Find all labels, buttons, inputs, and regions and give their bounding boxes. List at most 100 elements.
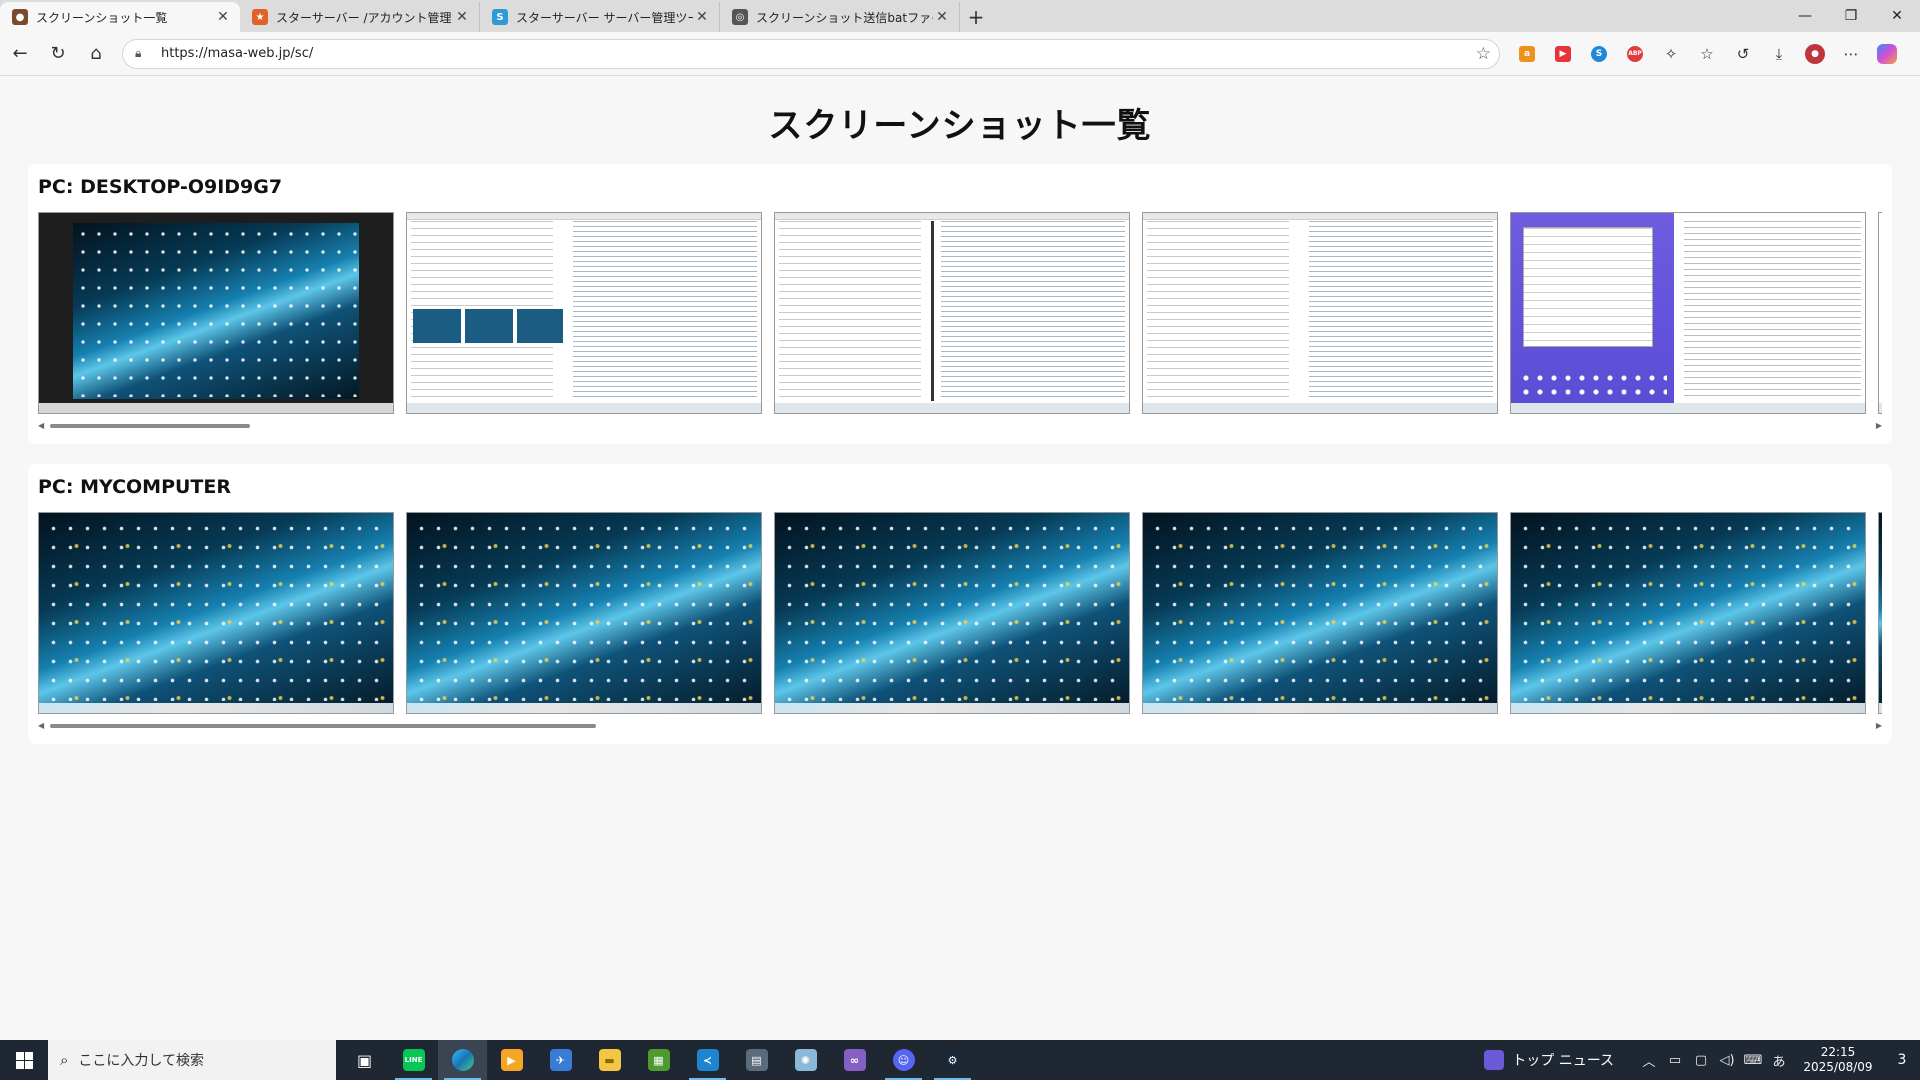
extension-amazon-icon[interactable]: a [1514, 41, 1540, 67]
refresh-icon[interactable]: ↻ [40, 36, 76, 72]
tab-screenshot-list[interactable]: ● スクリーンショット一覧 ✕ [0, 2, 240, 32]
close-tab-icon[interactable]: ✕ [933, 8, 951, 26]
tab-title: スターサーバー サーバー管理ツール [516, 10, 693, 25]
screenshot-thumbnail[interactable] [1142, 512, 1498, 714]
keyboard-icon[interactable]: ⌨ [1742, 1053, 1764, 1068]
windows-taskbar: ⌕ ここに入力して検索 ▣ LINE ▶ ✈ ▬ ▦ ≺ ▤ ✺ ∞ ☺ ⚙ ト… [0, 1040, 1920, 1080]
copilot-icon[interactable] [1874, 41, 1900, 67]
notification-center-button[interactable]: 3 [1884, 1052, 1920, 1068]
network-icon[interactable]: ▢ [1690, 1053, 1712, 1068]
close-tab-icon[interactable]: ✕ [693, 8, 711, 26]
pc-section-desktop: PC: DESKTOP-O9ID9G7 ◀ ▶ [28, 164, 1892, 444]
screenshot-thumbnail[interactable] [1510, 512, 1866, 714]
edge-browser-icon [451, 1049, 474, 1071]
extension-video-icon[interactable]: ▶ [1550, 41, 1576, 67]
taskbar-steam[interactable]: ⚙ [928, 1040, 977, 1080]
scroll-left-icon[interactable]: ◀ [38, 420, 44, 432]
close-window-icon[interactable]: ✕ [1874, 0, 1920, 32]
url-text[interactable]: https://masa-web.jp/sc/ [161, 46, 1476, 61]
address-bar[interactable]: 🔒︎ https://masa-web.jp/sc/ ☆ [122, 38, 1500, 69]
scroll-right-icon[interactable]: ▶ [1876, 420, 1882, 432]
horizontal-scrollbar[interactable]: ◀ ▶ [38, 720, 1882, 732]
battery-icon[interactable]: ▭ [1664, 1053, 1686, 1068]
task-view-icon: ▣ [356, 1050, 373, 1070]
close-tab-icon[interactable]: ✕ [214, 8, 232, 26]
page-content: スクリーンショット一覧 PC: DESKTOP-O9ID9G7 ◀ ▶ PC: … [0, 76, 1920, 1040]
screenshot-thumbnail[interactable] [774, 512, 1130, 714]
taskbar-minecraft[interactable]: ▦ [634, 1040, 683, 1080]
taskbar-vscode[interactable]: ≺ [683, 1040, 732, 1080]
profile-avatar[interactable]: ● [1802, 41, 1828, 67]
screenshot-strip[interactable] [38, 212, 1882, 414]
home-icon[interactable]: ⌂ [78, 36, 114, 72]
news-widget[interactable]: トップ ニュース [1484, 1050, 1614, 1070]
scrollbar-thumb[interactable] [50, 424, 251, 428]
site-favicon-icon: S [492, 9, 508, 25]
screenshot-thumbnail[interactable] [774, 212, 1130, 414]
screenshot-thumbnail[interactable] [1510, 212, 1866, 414]
show-hidden-icons-icon[interactable]: ︿ [1638, 1051, 1660, 1070]
ime-indicator[interactable]: あ [1768, 1051, 1790, 1070]
scrollbar-track[interactable] [50, 724, 1870, 728]
scroll-right-icon[interactable]: ▶ [1876, 720, 1882, 732]
vscode-icon: ≺ [696, 1049, 719, 1071]
history-icon[interactable]: ↺ [1730, 41, 1756, 67]
scrollbar-thumb[interactable] [50, 724, 596, 728]
taskbar-app-5[interactable]: ✈ [536, 1040, 585, 1080]
volume-icon[interactable]: ◁) [1716, 1053, 1738, 1068]
taskbar-discord[interactable]: ☺ [879, 1040, 928, 1080]
news-icon [1484, 1050, 1505, 1070]
taskbar-media-player[interactable]: ▶ [487, 1040, 536, 1080]
screenshot-thumbnail[interactable] [1878, 512, 1882, 714]
system-tray: トップ ニュース ︿ ▭ ▢ ◁) ⌨ あ 22:15 2025/08/09 3 [1484, 1040, 1920, 1080]
tab-server-tool[interactable]: S スターサーバー サーバー管理ツール ✕ [480, 2, 720, 32]
search-icon: ⌕ [60, 1051, 69, 1069]
lock-icon[interactable]: 🔒︎ [135, 46, 151, 61]
downloads-icon[interactable]: ⤓ [1766, 41, 1792, 67]
minimize-icon[interactable]: — [1782, 0, 1828, 32]
windows-logo-icon [15, 1051, 33, 1069]
screenshot-thumbnail[interactable] [1878, 212, 1882, 414]
back-icon[interactable]: ← [2, 36, 38, 72]
more-options-icon[interactable]: ⋯ [1838, 41, 1864, 67]
clock[interactable]: 22:15 2025/08/09 [1798, 1045, 1878, 1075]
task-view-button[interactable]: ▣ [340, 1040, 389, 1080]
screenshot-thumbnail[interactable] [406, 212, 762, 414]
news-label: トップ ニュース [1512, 1053, 1614, 1069]
horizontal-scrollbar[interactable]: ◀ ▶ [38, 420, 1882, 432]
start-button[interactable] [0, 1040, 48, 1080]
browser-toolbar: ← ↻ ⌂ 🔒︎ https://masa-web.jp/sc/ ☆ a ▶ S… [0, 32, 1920, 76]
folder-icon: ▬ [598, 1049, 621, 1071]
taskbar-calculator[interactable]: ▤ [732, 1040, 781, 1080]
restore-icon[interactable]: ❐ [1828, 0, 1874, 32]
tab-title: スクリーンショット一覧 [36, 10, 168, 25]
clock-time: 22:15 [1820, 1045, 1856, 1059]
site-favicon-icon: ★ [252, 9, 268, 25]
screenshot-strip[interactable] [38, 512, 1882, 714]
screenshot-thumbnail[interactable] [38, 512, 394, 714]
tab-title: スターサーバー /アカウント管理ツール [276, 10, 453, 25]
taskbar-visual-studio[interactable]: ∞ [830, 1040, 879, 1080]
taskbar-app-10[interactable]: ✺ [781, 1040, 830, 1080]
close-tab-icon[interactable]: ✕ [453, 8, 471, 26]
scroll-left-icon[interactable]: ◀ [38, 720, 44, 732]
taskbar-file-explorer[interactable]: ▬ [585, 1040, 634, 1080]
tab-bat-file[interactable]: ◎ スクリーンショット送信batファイル ✕ [720, 2, 960, 32]
new-tab-button[interactable]: + [960, 2, 992, 32]
extensions-puzzle-icon[interactable]: ✧ [1658, 41, 1684, 67]
extension-blue-icon[interactable]: S [1586, 41, 1612, 67]
favorites-icon[interactable]: ☆ [1694, 41, 1720, 67]
wing-app-icon: ✈ [549, 1049, 572, 1071]
tab-account-tool[interactable]: ★ スターサーバー /アカウント管理ツール ✕ [240, 2, 480, 32]
steam-icon: ⚙ [941, 1049, 964, 1071]
screenshot-thumbnail[interactable] [406, 512, 762, 714]
taskbar-search-box[interactable]: ⌕ ここに入力して検索 [48, 1040, 336, 1080]
screenshot-thumbnail[interactable] [38, 212, 394, 414]
favorite-star-icon[interactable]: ☆ [1476, 44, 1491, 64]
taskbar-line[interactable]: LINE [389, 1040, 438, 1080]
scrollbar-track[interactable] [50, 424, 1870, 428]
taskbar-edge[interactable] [438, 1040, 487, 1080]
screenshot-thumbnail[interactable] [1142, 212, 1498, 414]
extension-adblock-icon[interactable]: ABP [1622, 41, 1648, 67]
site-favicon-icon: ● [12, 9, 28, 25]
